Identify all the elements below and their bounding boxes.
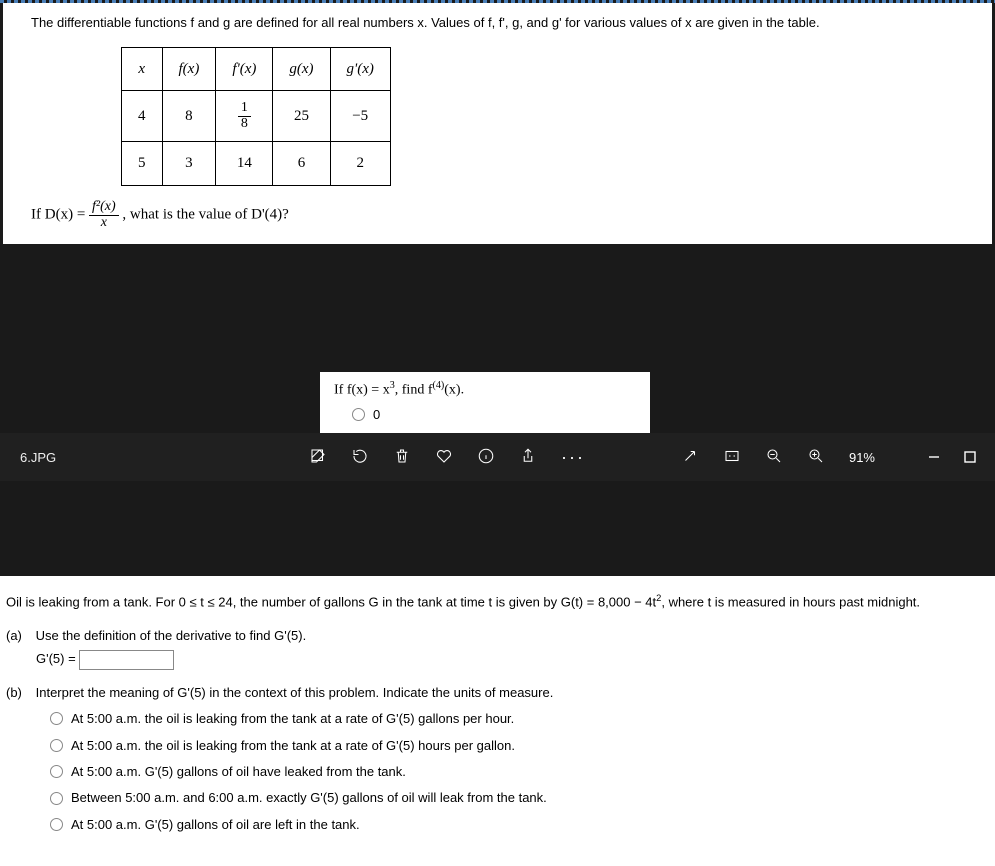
radio-icon[interactable]: [352, 408, 365, 421]
share-icon[interactable]: [519, 447, 537, 468]
filename-label: 6.JPG: [18, 450, 56, 465]
problem-2-panel: Oil is leaking from a tank. For 0 ≤ t ≤ …: [0, 576, 995, 866]
radio-icon[interactable]: [50, 765, 63, 778]
option-row[interactable]: At 5:00 a.m. the oil is leaking from the…: [50, 734, 989, 757]
option-row[interactable]: At 5:00 a.m. G'(5) gallons of oil have l…: [50, 760, 989, 783]
background-gap: [0, 244, 995, 372]
minimize-button[interactable]: [927, 450, 941, 464]
part-b: (b) Interpret the meaning of G'(5) in th…: [6, 681, 989, 836]
center-icon-group: ···: [309, 447, 585, 468]
right-icon-group: 91%: [681, 447, 875, 468]
table-row: 4 8 18 25 −5: [122, 91, 391, 142]
th-fx: f(x): [162, 47, 216, 91]
option-row[interactable]: At 5:00 a.m. G'(5) gallons of oil are le…: [50, 813, 989, 836]
delete-icon[interactable]: [393, 447, 411, 468]
radio-icon[interactable]: [50, 818, 63, 831]
table-row: 5 3 14 6 2: [122, 142, 391, 186]
part-a: (a) Use the definition of the derivative…: [6, 624, 989, 671]
edit-icon[interactable]: [309, 447, 327, 468]
info-icon[interactable]: [477, 447, 495, 468]
problem-1-panel: The differentiable functions f and g are…: [3, 3, 992, 244]
radio-icon[interactable]: [50, 712, 63, 725]
option-row[interactable]: At 5:00 a.m. the oil is leaking from the…: [50, 707, 989, 730]
th-fpx: f'(x): [216, 47, 273, 91]
window-buttons: [927, 450, 977, 464]
zoom-level: 91%: [849, 450, 875, 465]
more-icon[interactable]: ···: [561, 447, 585, 468]
mid-preview-panel: If f(x) = x3, find f(4)(x). 0: [320, 372, 650, 433]
rotate-icon[interactable]: [351, 447, 369, 468]
mid-preview-strip: If f(x) = x3, find f(4)(x). 0: [0, 372, 995, 433]
maximize-button[interactable]: [963, 450, 977, 464]
gprime5-input[interactable]: [79, 650, 174, 670]
option-row[interactable]: Between 5:00 a.m. and 6:00 a.m. exactly …: [50, 786, 989, 809]
th-gx: g(x): [273, 47, 330, 91]
problem-2-stem: Oil is leaking from a tank. For 0 ≤ t ≤ …: [6, 590, 989, 614]
radio-icon[interactable]: [50, 739, 63, 752]
th-gpx: g'(x): [330, 47, 390, 91]
th-x: x: [122, 47, 163, 91]
background-gap-2: [0, 481, 995, 576]
problem-1-question: If D(x) = f²(x)x , what is the value of …: [31, 200, 972, 230]
viewer-toolbar: 6.JPG ··· 91%: [0, 433, 995, 481]
zoom-out-icon[interactable]: [765, 447, 783, 468]
fullscreen-icon[interactable]: [681, 447, 699, 468]
problem-1-prompt: The differentiable functions f and g are…: [31, 13, 972, 33]
part-a-answer-row: G'(5) =: [36, 647, 989, 670]
mid-option-0[interactable]: 0: [352, 407, 636, 422]
values-table: x f(x) f'(x) g(x) g'(x) 4 8 18 25 −5 5 3…: [121, 47, 391, 186]
zoom-in-icon[interactable]: [807, 447, 825, 468]
heart-icon[interactable]: [435, 447, 453, 468]
mid-question: If f(x) = x3, find f(4)(x).: [334, 380, 636, 399]
fit-icon[interactable]: [723, 447, 741, 468]
radio-icon[interactable]: [50, 792, 63, 805]
